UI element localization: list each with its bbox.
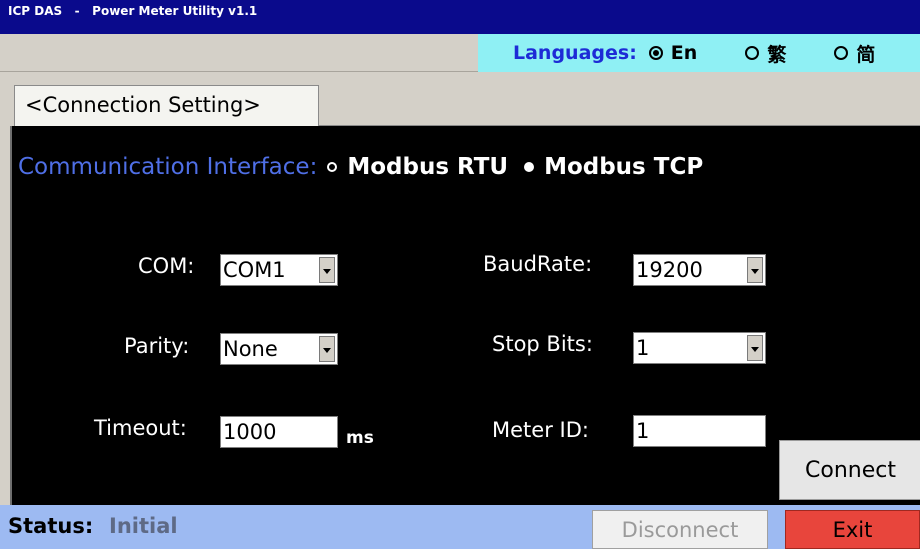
dropdown-arrow-icon[interactable] xyxy=(747,257,763,283)
modbus-rtu-label: Modbus RTU xyxy=(347,154,509,180)
language-traditional-label: 繁 xyxy=(767,43,787,66)
radio-unselected-icon xyxy=(745,46,760,60)
tab-strip: <Connection Setting> xyxy=(0,72,920,126)
radio-unselected-icon xyxy=(327,162,338,172)
stop-bits-value: 1 xyxy=(636,336,650,360)
language-bar: Languages: En 繁 简 xyxy=(0,34,920,72)
disconnect-button[interactable]: Disconnect xyxy=(592,510,768,549)
baudrate-label: BaudRate: xyxy=(483,252,593,276)
dropdown-arrow-icon[interactable] xyxy=(747,335,763,361)
option-modbus-tcp[interactable]: Modbus TCP xyxy=(514,154,703,180)
modbus-tcp-label: Modbus TCP xyxy=(544,154,704,180)
com-label: COM: xyxy=(138,254,195,278)
timeout-input[interactable]: 1000 xyxy=(220,416,338,448)
language-option-simplified[interactable]: 简 xyxy=(834,40,875,67)
dropdown-arrow-icon[interactable] xyxy=(319,336,335,362)
status-label: Status: xyxy=(8,514,94,538)
language-panel: Languages: En 繁 简 xyxy=(478,34,920,72)
communication-interface-row: Communication Interface: Modbus RTU Modb… xyxy=(18,154,703,180)
tab-connection-setting[interactable]: <Connection Setting> xyxy=(14,85,319,126)
communication-interface-label: Communication Interface: xyxy=(18,154,318,180)
radio-selected-icon xyxy=(648,46,663,60)
connection-panel: Communication Interface: Modbus RTU Modb… xyxy=(10,126,920,505)
status-bar: Status: Initial Disconnect Exit xyxy=(0,505,920,549)
title-bar: ICP DAS - Power Meter Utility v1.1 xyxy=(0,0,920,34)
com-select[interactable]: COM1 xyxy=(220,254,338,286)
language-en-label: En xyxy=(670,42,698,64)
timeout-unit: ms xyxy=(346,428,374,448)
stop-bits-label: Stop Bits: xyxy=(492,332,593,356)
baudrate-value: 19200 xyxy=(636,258,703,282)
language-simplified-label: 简 xyxy=(856,43,876,66)
exit-button[interactable]: Exit xyxy=(785,510,920,549)
radio-selected-icon xyxy=(524,162,535,172)
language-option-en[interactable]: En xyxy=(648,42,698,64)
timeout-label: Timeout: xyxy=(94,416,187,440)
parity-select[interactable]: None xyxy=(220,333,338,365)
window-title: ICP DAS - Power Meter Utility v1.1 xyxy=(8,4,258,18)
com-value: COM1 xyxy=(223,258,286,282)
language-option-traditional[interactable]: 繁 xyxy=(745,40,786,67)
stop-bits-select[interactable]: 1 xyxy=(633,332,766,364)
baudrate-select[interactable]: 19200 xyxy=(633,254,766,286)
parity-value: None xyxy=(223,337,278,361)
parity-label: Parity: xyxy=(124,334,190,358)
dropdown-arrow-icon[interactable] xyxy=(319,257,335,283)
languages-label: Languages: xyxy=(513,42,637,64)
meter-id-label: Meter ID: xyxy=(492,418,589,442)
connect-button[interactable]: Connect xyxy=(779,440,920,500)
status-value: Initial xyxy=(109,514,178,538)
radio-unselected-icon xyxy=(834,46,849,60)
meter-id-input[interactable]: 1 xyxy=(633,415,766,447)
option-modbus-rtu[interactable]: Modbus RTU xyxy=(317,154,508,180)
